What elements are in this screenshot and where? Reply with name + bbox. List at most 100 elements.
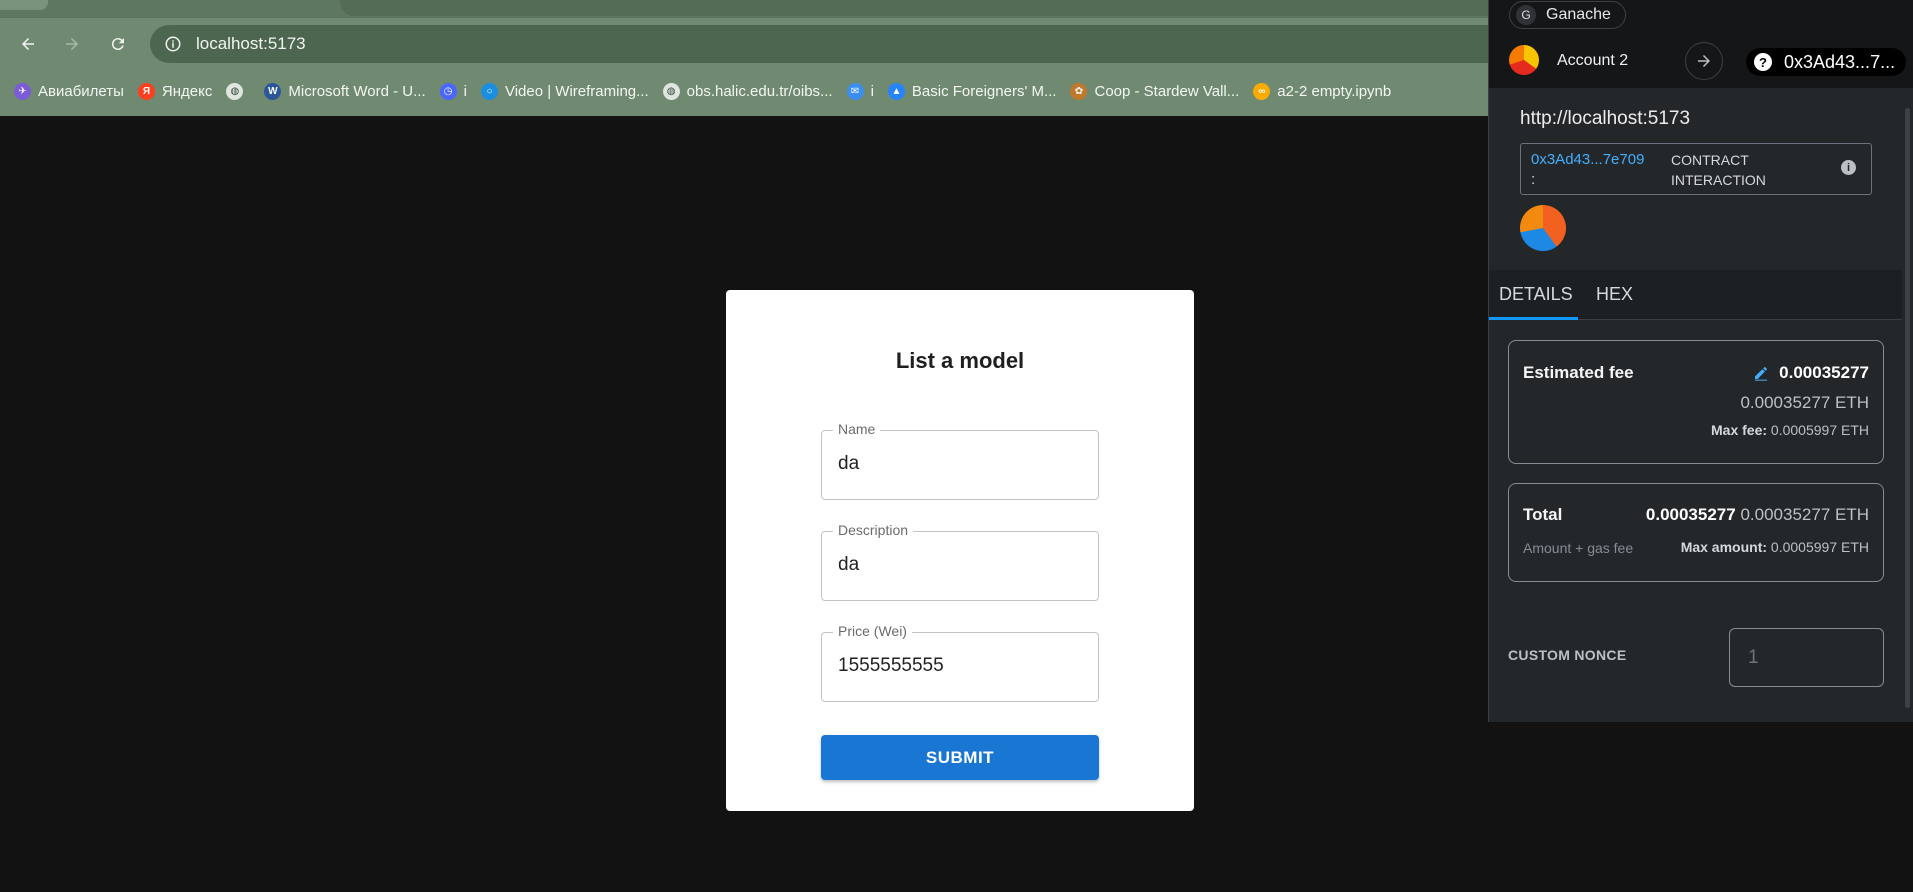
interaction-type: CONTRACT INTERACTION	[1671, 150, 1766, 190]
bookmarks-bar: ✈ Авиабилеты Я Яндекс ◍ W Microsoft Word - U..…	[0, 78, 1490, 104]
estimated-fee-value: 0.00035277	[1779, 363, 1869, 382]
name-field-label: Name	[833, 421, 881, 437]
price-field-label: Price (Wei)	[833, 623, 912, 639]
colab-icon: ∞	[1253, 82, 1271, 100]
bookmark-label: Microsoft Word - U...	[288, 82, 426, 100]
bookmark-label: Video | Wireframing...	[504, 82, 649, 100]
arrow-right-icon	[66, 38, 78, 50]
reload-icon	[111, 38, 124, 51]
edit-icon[interactable]	[1753, 365, 1769, 381]
metamask-header: G Ganache Account 2 ? 0x3Ad43...7...	[1489, 0, 1913, 88]
contract-interaction-box: 0x3Ad43...7e709 : CONTRACT INTERACTION i	[1520, 143, 1872, 195]
bookmark-item[interactable]: ✈ Авиабилеты	[14, 82, 124, 100]
tab-hex[interactable]: HEX	[1596, 284, 1633, 305]
site-info-icon[interactable]	[162, 33, 184, 55]
bookmark-item[interactable]: ◍ obs.halic.edu.tr/oibs...	[662, 82, 833, 100]
metamask-popup: G Ganache Account 2 ? 0x3Ad43...7... htt…	[1488, 0, 1913, 722]
stardew-icon: ✿	[1070, 82, 1088, 100]
submit-button[interactable]: SUBMIT	[821, 735, 1099, 780]
max-fee-value: 0.0005997 ETH	[1770, 422, 1869, 438]
bookmark-item[interactable]: Я Яндекс	[137, 82, 213, 100]
account-name[interactable]: Account 2	[1557, 52, 1628, 70]
airplane-globe-icon: ✈	[14, 82, 31, 100]
bookmark-label: Coop - Stardew Vall...	[1094, 82, 1240, 100]
info-icon[interactable]: i	[1841, 160, 1856, 175]
arrow-right-icon	[1685, 42, 1723, 80]
atlassian-icon: ▲	[887, 82, 905, 100]
description-field-label: Description	[833, 522, 914, 538]
estimated-fee-card: Estimated fee 0.00035277 0.00035277 ETH …	[1508, 340, 1884, 464]
interaction-type-line2: INTERACTION	[1671, 172, 1766, 188]
bookmark-item[interactable]: W Microsoft Word - U...	[264, 82, 426, 100]
active-tab-indicator	[1489, 317, 1578, 320]
max-fee-label: Max fee:	[1711, 422, 1768, 438]
total-sub-label: Amount + gas fee	[1523, 540, 1634, 556]
bookmark-item[interactable]: ○ Video | Wireframing...	[480, 82, 649, 100]
network-selector[interactable]: G Ganache	[1509, 1, 1626, 29]
network-icon: G	[1516, 5, 1536, 25]
bookmark-item[interactable]: ✿ Coop - Stardew Vall...	[1070, 82, 1240, 100]
total-label: Total	[1523, 505, 1563, 524]
yandex-icon: Я	[137, 82, 155, 100]
bookmark-label: Basic Foreigners' M...	[911, 82, 1057, 100]
contract-address-colon: :	[1531, 171, 1536, 188]
recipient-address[interactable]: ? 0x3Ad43...7...	[1746, 48, 1906, 76]
browser-tab[interactable]	[0, 0, 48, 10]
account-avatar	[1509, 45, 1539, 75]
question-icon: ?	[1754, 53, 1772, 71]
bookmark-item[interactable]: ◷ i	[439, 82, 467, 100]
estimated-fee-label: Estimated fee	[1523, 363, 1634, 382]
globe-icon: ◍	[662, 82, 680, 100]
custom-nonce-input[interactable]: 1	[1729, 628, 1884, 687]
recipient-address-text: 0x3Ad43...7...	[1784, 51, 1896, 72]
bookmark-label: i	[870, 82, 874, 100]
estimated-fee-eth: 0.00035277 ETH	[1740, 393, 1869, 412]
reload-button[interactable]	[104, 30, 132, 58]
bookmark-item[interactable]: ∞ a2-2 empty.ipynb	[1253, 82, 1392, 100]
tab-details[interactable]: DETAILS	[1499, 284, 1573, 305]
popup-scrollbar[interactable]	[1902, 88, 1913, 722]
estimated-fee-row: 0.00035277	[1753, 363, 1869, 383]
arrow-left-icon	[22, 38, 34, 50]
bookmark-label: Авиабилеты	[38, 82, 124, 100]
url-text[interactable]: localhost:5173	[196, 34, 306, 54]
forward-button[interactable]	[58, 30, 86, 58]
max-amount-row: Max amount: 0.0005997 ETH	[1681, 539, 1869, 555]
name-field-value[interactable]: da	[838, 453, 859, 475]
time-tracker-icon: ◷	[439, 82, 457, 100]
bookmark-label: i	[463, 82, 467, 100]
bookmark-label: a2-2 empty.ipynb	[1277, 82, 1392, 100]
max-amount-label: Max amount:	[1680, 539, 1768, 555]
max-fee-row: Max fee: 0.0005997 ETH	[1711, 422, 1869, 438]
max-amount-value: 0.0005997 ETH	[1770, 539, 1869, 555]
description-field[interactable]: Description da	[821, 522, 1099, 601]
list-model-form: List a model Name da Description da Pric…	[726, 290, 1194, 811]
name-field[interactable]: Name da	[821, 421, 1099, 500]
details-tabs: DETAILS HEX	[1489, 270, 1913, 320]
interaction-type-line1: CONTRACT	[1671, 152, 1749, 168]
custom-nonce-label: CUSTOM NONCE	[1508, 647, 1627, 663]
address-bar[interactable]	[150, 25, 1630, 63]
scrollbar-thumb[interactable]	[1905, 108, 1910, 708]
contract-address[interactable]: 0x3Ad43...7e709 :	[1531, 150, 1644, 190]
circle-icon: ○	[480, 82, 498, 100]
price-field[interactable]: Price (Wei) 1555555555	[821, 623, 1099, 702]
description-field-value[interactable]: da	[838, 554, 859, 576]
bookmark-item[interactable]: ◍	[226, 82, 250, 100]
bookmark-item[interactable]: ✉ i	[846, 82, 874, 100]
contract-avatar	[1520, 205, 1566, 251]
network-name: Ganache	[1546, 6, 1611, 23]
bookmark-label: Яндекс	[161, 82, 213, 100]
total-value: 0.00035277	[1645, 505, 1736, 524]
price-field-value[interactable]: 1555555555	[838, 655, 944, 677]
back-button[interactable]	[14, 30, 42, 58]
word-doc-icon: W	[264, 82, 282, 100]
total-value-eth: 0.00035277 ETH	[1740, 505, 1869, 524]
globe-icon: ◍	[226, 82, 244, 100]
bookmark-item[interactable]: ▲ Basic Foreigners' M...	[887, 82, 1057, 100]
contract-address-text: 0x3Ad43...7e709	[1531, 151, 1645, 168]
mail-icon: ✉	[846, 82, 864, 100]
form-title: List a model	[895, 348, 1025, 373]
total-row: 0.00035277 0.00035277 ETH	[1646, 505, 1869, 525]
total-card: Total 0.00035277 0.00035277 ETH Amount +…	[1508, 483, 1884, 582]
